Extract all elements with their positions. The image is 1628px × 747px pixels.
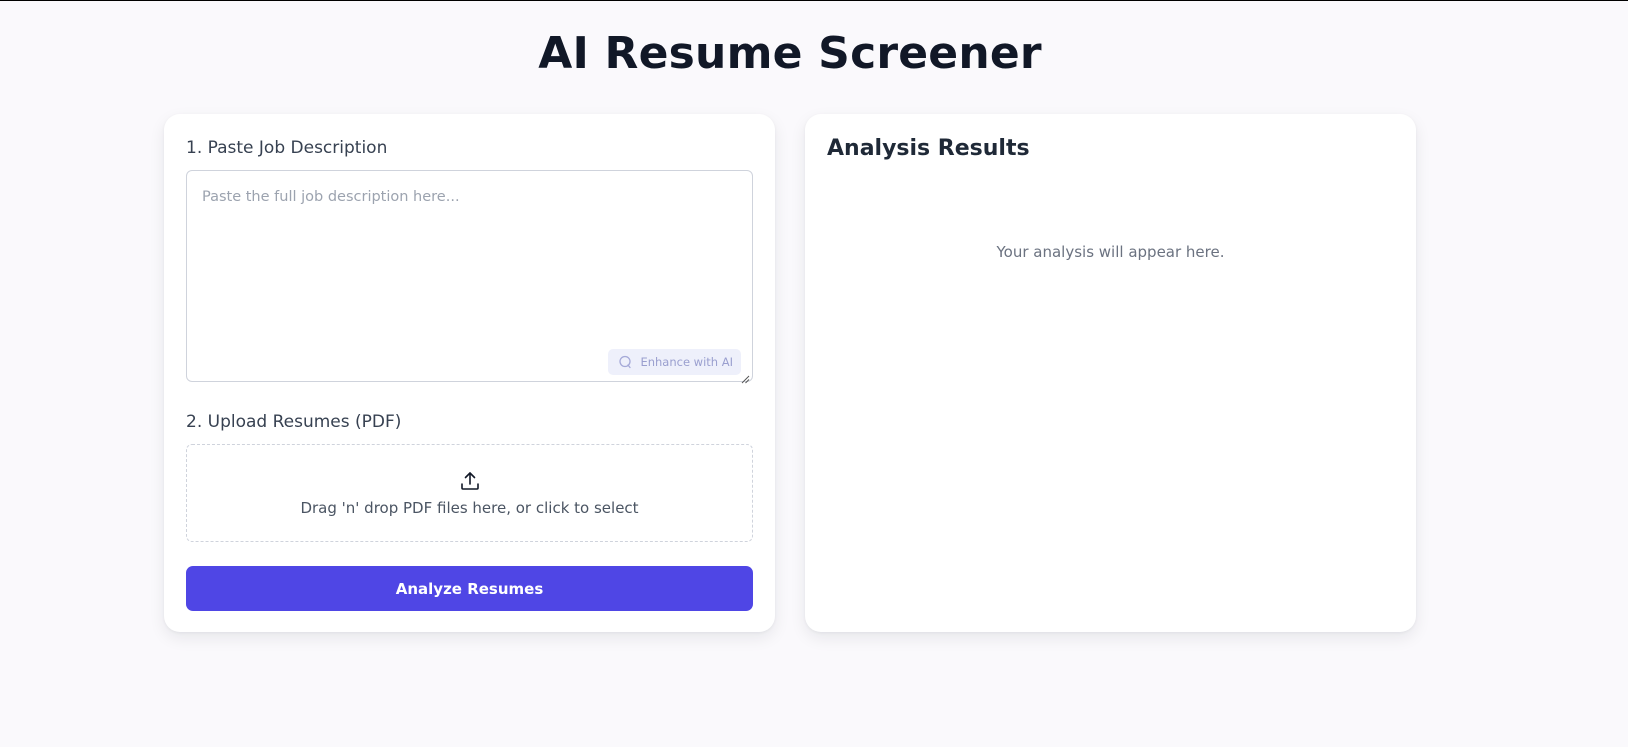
upload-icon (458, 469, 482, 493)
enhance-with-ai-label: Enhance with AI (640, 355, 733, 369)
input-card: 1. Paste Job Description Enhance with AI… (164, 114, 775, 632)
upload-resumes-label: 2. Upload Resumes (PDF) (186, 412, 402, 432)
dropzone-text: Drag 'n' drop PDF files here, or click t… (300, 499, 639, 517)
job-description-label: 1. Paste Job Description (186, 138, 388, 158)
results-card: Analysis Results Your analysis will appe… (805, 114, 1416, 632)
top-border (0, 0, 1628, 1)
sparkle-icon (618, 355, 632, 369)
results-placeholder-text: Your analysis will appear here. (996, 243, 1225, 261)
enhance-with-ai-button[interactable]: Enhance with AI (608, 349, 741, 375)
job-description-field-wrapper: Enhance with AI (186, 170, 753, 384)
page-title: AI Resume Screener (538, 28, 1042, 79)
resize-handle-icon[interactable] (740, 369, 750, 384)
results-title: Analysis Results (827, 136, 1030, 161)
resume-dropzone[interactable]: Drag 'n' drop PDF files here, or click t… (186, 444, 753, 542)
analyze-resumes-button[interactable]: Analyze Resumes (186, 566, 753, 611)
